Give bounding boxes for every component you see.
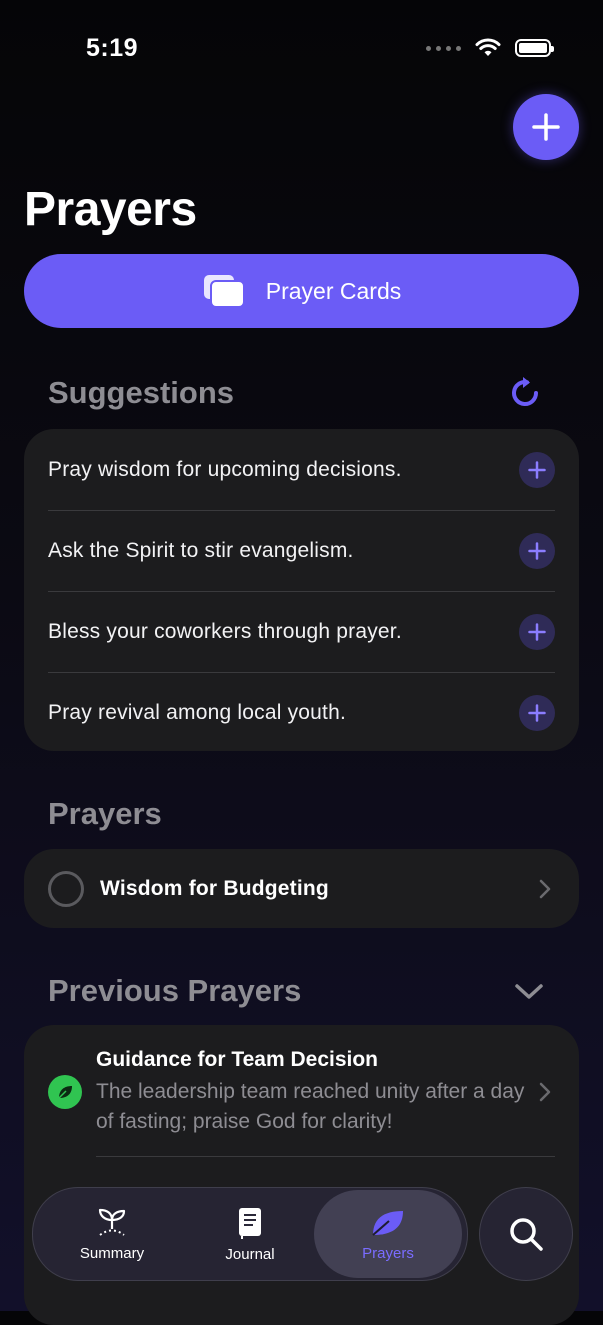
add-suggestion-button[interactable] bbox=[519, 451, 555, 488]
suggestions-title: Suggestions bbox=[48, 375, 235, 410]
add-suggestion-button[interactable] bbox=[519, 613, 555, 650]
prayer-cards-button[interactable]: Prayer Cards bbox=[24, 254, 579, 328]
refresh-icon[interactable] bbox=[506, 374, 544, 412]
plus-icon bbox=[528, 622, 546, 641]
chevron-right-icon bbox=[539, 879, 551, 899]
tab-label: Prayers bbox=[362, 1244, 414, 1262]
add-suggestion-button[interactable] bbox=[519, 694, 555, 731]
search-icon bbox=[510, 1218, 543, 1251]
suggestion-row[interactable]: Bless your coworkers through prayer. bbox=[48, 591, 555, 673]
plus-icon bbox=[528, 460, 546, 479]
leaf-icon bbox=[372, 1210, 403, 1236]
status-indicators bbox=[426, 38, 554, 58]
suggestion-row[interactable]: Pray wisdom for upcoming decisions. bbox=[48, 429, 555, 511]
previous-prayer-row[interactable]: Guidance for Team Decision The leadershi… bbox=[24, 1025, 579, 1157]
suggestion-text: Bless your coworkers through prayer. bbox=[48, 619, 402, 643]
cellular-icon bbox=[426, 45, 461, 51]
tab-label: Journal bbox=[225, 1245, 275, 1263]
page-title: Prayers bbox=[24, 183, 197, 236]
previous-prayers-title: Previous Prayers bbox=[48, 973, 302, 1008]
status-time: 5:19 bbox=[86, 34, 139, 62]
suggestion-row[interactable]: Ask the Spirit to stir evangelism. bbox=[48, 510, 555, 592]
cards-icon bbox=[203, 275, 245, 308]
wifi-icon bbox=[475, 38, 501, 56]
tab-summary[interactable]: Summary bbox=[53, 1188, 171, 1280]
search-button[interactable] bbox=[479, 1187, 573, 1281]
prayers-section-title: Prayers bbox=[48, 796, 162, 831]
chevron-right-icon bbox=[539, 1082, 551, 1102]
tab-bar: Summary Journal Prayers bbox=[32, 1187, 468, 1281]
suggestion-row[interactable]: Pray revival among local youth. bbox=[48, 672, 555, 753]
battery-icon bbox=[515, 39, 554, 57]
suggestions-list: Pray wisdom for upcoming decisions. Ask … bbox=[24, 429, 579, 751]
plus-icon bbox=[528, 703, 546, 722]
prayer-row[interactable]: Wisdom for Budgeting bbox=[24, 849, 579, 928]
sprout-icon bbox=[98, 1208, 126, 1236]
add-prayer-button[interactable] bbox=[513, 94, 579, 160]
previous-prayer-title: Guidance for Team Decision bbox=[96, 1048, 379, 1071]
tab-journal[interactable]: Journal bbox=[191, 1188, 309, 1280]
row-divider bbox=[96, 1156, 555, 1157]
plus-icon bbox=[532, 113, 560, 141]
journal-icon bbox=[239, 1207, 261, 1239]
plus-icon bbox=[528, 541, 546, 560]
suggestion-text: Ask the Spirit to stir evangelism. bbox=[48, 538, 354, 562]
add-suggestion-button[interactable] bbox=[519, 532, 555, 569]
answered-badge bbox=[48, 1075, 82, 1109]
tab-label: Summary bbox=[79, 1244, 145, 1262]
prayer-cards-label: Prayer Cards bbox=[265, 277, 402, 304]
chevron-down-icon[interactable] bbox=[513, 982, 545, 1002]
suggestion-text: Pray revival among local youth. bbox=[48, 700, 347, 724]
tab-prayers[interactable]: Prayers bbox=[314, 1190, 462, 1278]
leaf-icon bbox=[58, 1086, 72, 1099]
prayer-title: Wisdom for Budgeting bbox=[100, 876, 329, 900]
prayer-checkbox[interactable] bbox=[48, 870, 84, 907]
previous-prayer-note: The leadership team reached unity after … bbox=[96, 1080, 525, 1133]
suggestion-text: Pray wisdom for upcoming decisions. bbox=[48, 457, 402, 481]
